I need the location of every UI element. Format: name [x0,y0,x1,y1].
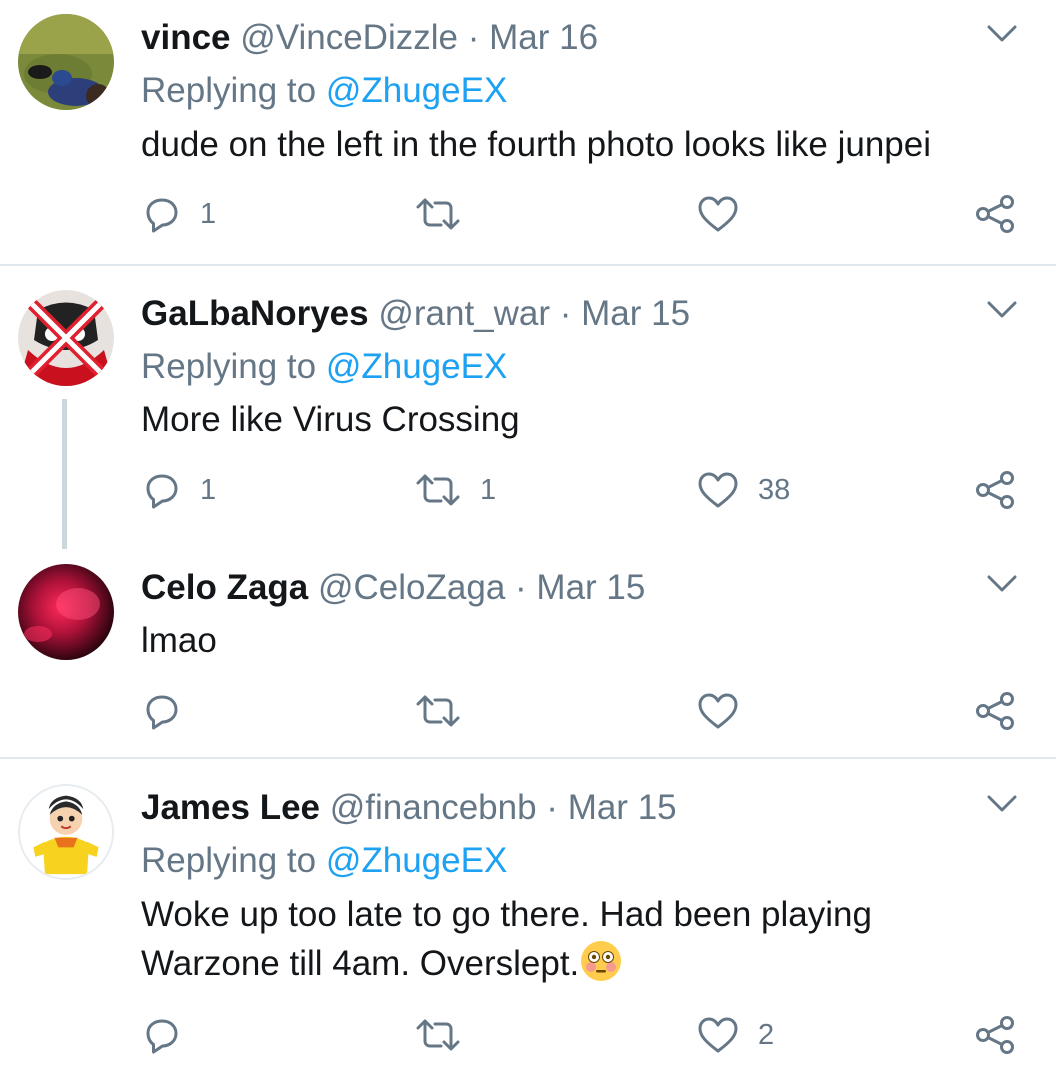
avatar[interactable] [18,14,114,110]
reply-button[interactable] [142,1015,200,1055]
tweet-text: dude on the left in the fourth photo loo… [141,125,931,164]
tweet-text-line: Woke up too late to go there. Had been p… [141,895,872,934]
avatar[interactable] [18,564,114,660]
tweet-date[interactable]: Mar 15 [568,788,677,827]
display-name[interactable]: James Lee [141,788,320,827]
avatar[interactable] [18,784,114,880]
retweet-button[interactable] [414,194,480,234]
heart-icon [696,1015,740,1055]
chevron-down-icon[interactable] [986,300,1018,320]
replying-to: Replying to @ZhugeEX [141,69,507,113]
share-icon [974,1015,1018,1055]
display-name[interactable]: Celo Zaga [141,568,308,607]
tweet-text: More like Virus Crossing [141,400,520,439]
separator: · [515,568,527,607]
like-button[interactable] [696,691,758,731]
mention-link[interactable]: @ZhugeEX [326,841,507,880]
tweet-header: Celo Zaga @CeloZaga · Mar 15 [141,566,645,610]
tweet[interactable]: James Lee @financebnb · Mar 15 Replying … [0,759,1056,1072]
tweet-text-line: Warzone till 4am. Overslept. [141,939,1001,988]
share-button[interactable] [974,194,1018,234]
reply-count: 1 [200,197,217,230]
replying-to: Replying to @ZhugeEX [141,839,507,883]
share-button[interactable] [974,470,1018,510]
retweet-icon [414,194,462,234]
user-handle[interactable]: @VinceDizzle [240,18,458,57]
share-icon [974,194,1018,234]
reply-button[interactable]: 1 [142,194,216,234]
share-button[interactable] [974,691,1018,731]
replying-to-label: Replying to [141,71,326,110]
chevron-down-icon[interactable] [986,794,1018,814]
replying-to-label: Replying to [141,841,326,880]
heart-icon [696,470,740,510]
retweet-button[interactable] [414,1015,480,1055]
tweet-date[interactable]: Mar 15 [581,294,690,333]
heart-icon [696,194,740,234]
tweet-text-line-content: Warzone till 4am. Overslept. [141,944,580,983]
chevron-down-icon[interactable] [986,24,1018,44]
share-button[interactable] [974,1015,1018,1055]
tweet[interactable]: Celo Zaga @CeloZaga · Mar 15 lmao [0,556,1056,756]
reply-count: 1 [200,473,217,506]
tweet-text: lmao [141,621,217,660]
retweet-count: 1 [480,473,497,506]
user-handle[interactable]: @financebnb [330,788,537,827]
separator: · [559,294,572,333]
tweet-text: Woke up too late to go there. Had been p… [141,891,1001,988]
flushed-face-emoji [581,941,622,981]
like-button[interactable]: 2 [696,1015,774,1055]
user-handle[interactable]: @rant_war [378,294,550,333]
tweet-date[interactable]: Mar 15 [536,568,645,607]
tweet-header: GaLbaNoryes @rant_war · Mar 15 [141,292,690,336]
mention-link[interactable]: @ZhugeEX [326,71,507,110]
reply-icon [142,470,182,510]
replying-to: Replying to @ZhugeEX [141,345,507,389]
display-name[interactable]: vince [141,18,231,57]
heart-icon [696,691,740,731]
share-icon [974,470,1018,510]
like-button[interactable] [696,194,758,234]
reply-icon [142,1015,182,1055]
reply-icon [142,194,182,234]
like-button[interactable]: 38 [696,470,790,510]
reply-button[interactable]: 1 [142,470,216,510]
thread-line [62,399,67,549]
like-count: 38 [758,473,791,506]
tweet-header: James Lee @financebnb · Mar 15 [141,786,677,830]
tweet-header: vince @VinceDizzle · Mar 16 [141,16,598,60]
separator: · [546,788,558,827]
mention-link[interactable]: @ZhugeEX [326,347,507,386]
chevron-down-icon[interactable] [986,574,1018,594]
tweet[interactable]: GaLbaNoryes @rant_war · Mar 15 Replying … [0,266,1056,556]
share-icon [974,691,1018,731]
reply-button[interactable] [142,691,200,731]
retweet-icon [414,691,462,731]
retweet-icon [414,470,462,510]
display-name[interactable]: GaLbaNoryes [141,294,369,333]
separator: · [467,18,480,57]
tweet[interactable]: vince @VinceDizzle · Mar 16 Replying to … [0,0,1056,265]
retweet-icon [414,1015,462,1055]
retweet-button[interactable] [414,691,480,731]
user-handle[interactable]: @CeloZaga [318,568,505,607]
reply-icon [142,691,182,731]
tweet-date[interactable]: Mar 16 [489,18,598,57]
retweet-button[interactable]: 1 [414,470,496,510]
replying-to-label: Replying to [141,347,326,386]
avatar[interactable] [18,290,114,386]
like-count: 2 [758,1018,775,1051]
